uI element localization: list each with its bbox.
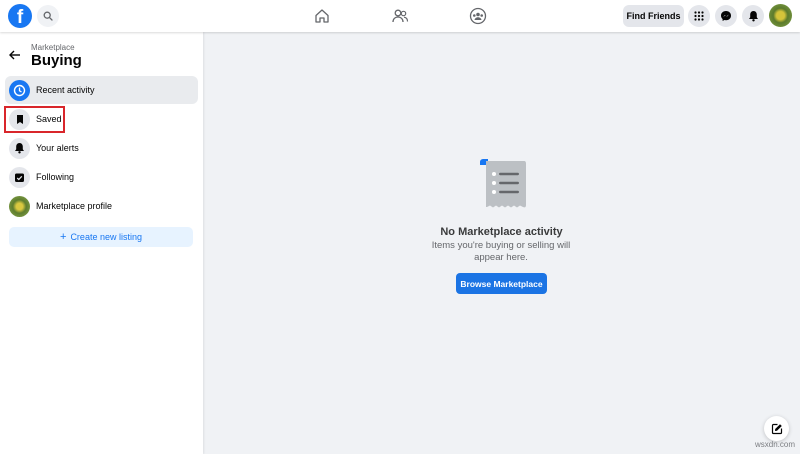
messenger-button[interactable] (715, 5, 737, 27)
empty-list-illustration-icon (480, 159, 526, 208)
search-icon (43, 11, 53, 21)
profile-avatar (9, 195, 30, 217)
groups-tab[interactable] (466, 4, 490, 28)
logo-letter: f (16, 7, 24, 28)
breadcrumb[interactable]: Marketplace (31, 43, 75, 52)
home-tab[interactable] (310, 4, 334, 28)
friends-tab[interactable] (388, 4, 412, 28)
sidebar-item-label: Your alerts (36, 143, 79, 153)
bell-icon (748, 11, 758, 22)
sidebar: Marketplace Buying Recent activity Saved… (0, 32, 203, 454)
groups-icon (469, 7, 487, 25)
create-new-listing-label: Create new listing (70, 232, 142, 242)
messenger-icon (721, 11, 731, 21)
profile-avatar[interactable] (769, 4, 792, 27)
find-friends-button[interactable]: Find Friends (623, 5, 684, 27)
watermark: wsxdn.com (755, 440, 796, 449)
friends-icon (392, 9, 409, 23)
browse-marketplace-button[interactable]: Browse Marketplace (456, 273, 547, 294)
main-content: No Marketplace activity Items you're buy… (203, 32, 800, 454)
sidebar-item-following[interactable]: Following (5, 163, 198, 191)
compose-icon (771, 423, 782, 434)
search-button[interactable] (37, 5, 59, 27)
home-icon (315, 9, 329, 23)
grid-menu-icon (694, 11, 704, 21)
calendar-check-icon (9, 166, 30, 188)
menu-button[interactable] (688, 5, 710, 27)
plus-icon: + (60, 230, 67, 243)
facebook-logo-icon[interactable]: f (8, 4, 32, 28)
bell-icon (9, 137, 30, 159)
sidebar-item-marketplace-profile[interactable]: Marketplace profile (5, 192, 198, 220)
page-title: Buying (31, 52, 82, 69)
sidebar-item-label: Marketplace profile (36, 201, 113, 211)
empty-state-title: No Marketplace activity (440, 226, 563, 238)
sidebar-item-your-alerts[interactable]: Your alerts (5, 134, 198, 162)
top-navigation-bar: f Find Friends (0, 0, 800, 32)
create-new-listing-button[interactable]: + Create new listing (9, 227, 193, 247)
back-arrow-icon[interactable] (8, 48, 22, 62)
sidebar-item-recent-activity[interactable]: Recent activity (5, 76, 198, 104)
sidebar-item-label: Following (36, 172, 75, 182)
sidebar-item-label: Recent activity (36, 85, 95, 95)
clock-icon (9, 79, 30, 101)
compose-message-button[interactable] (764, 416, 789, 441)
highlight-annotation-box (4, 106, 65, 133)
empty-state-subtitle: Items you're buying or selling will appe… (431, 240, 571, 263)
notifications-button[interactable] (742, 5, 764, 27)
